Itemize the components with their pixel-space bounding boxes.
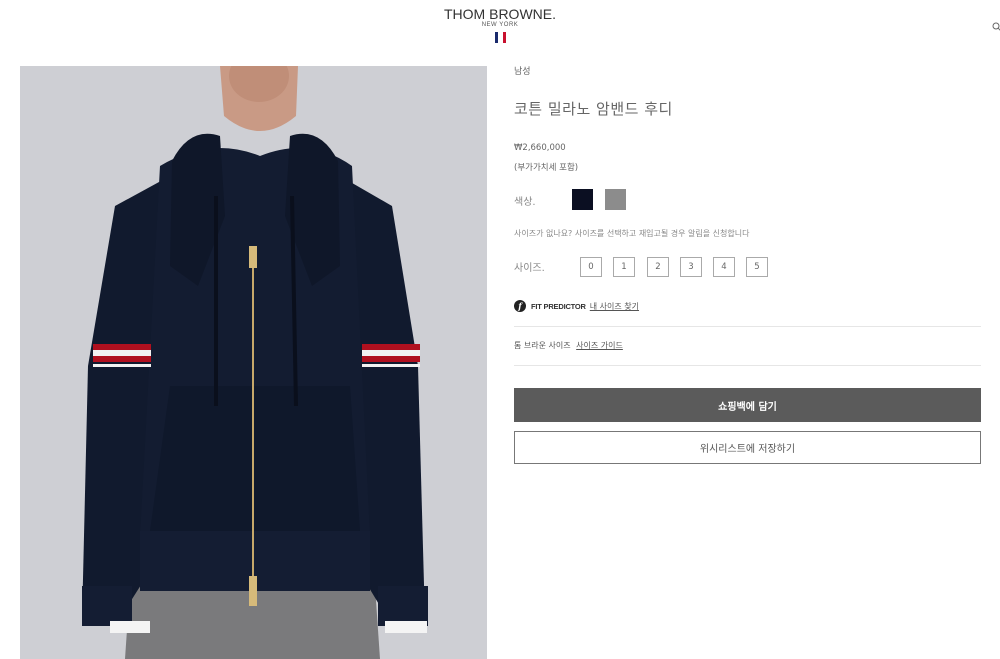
flag-stripe [502, 32, 506, 43]
size-option-1[interactable]: 1 [613, 257, 635, 277]
search-icon[interactable] [992, 22, 1000, 32]
size-option-2[interactable]: 2 [647, 257, 669, 277]
product-image[interactable] [20, 66, 487, 659]
size-option-3[interactable]: 3 [680, 257, 702, 277]
save-to-wishlist-button[interactable]: 위시리스트에 저장하기 [514, 431, 981, 464]
product-price: ₩2,660,000 [514, 143, 566, 153]
flag-stripe [498, 32, 502, 43]
hoodie-model-illustration [20, 66, 487, 659]
fit-predictor-icon: f [514, 300, 526, 312]
brand-name: THOM BROWNE. [444, 6, 556, 22]
size-guide-row: 톰 브라운 사이즈 사이즈 가이드 [514, 340, 623, 351]
product-title: 코튼 밀라노 암밴드 후디 [514, 100, 673, 118]
flag-stripe [494, 32, 498, 43]
color-swatch-navy[interactable] [572, 189, 593, 210]
size-label: 사이즈. [514, 263, 545, 274]
size-guide-link[interactable]: 사이즈 가이드 [576, 341, 623, 350]
divider [514, 326, 981, 327]
divider [514, 365, 981, 366]
size-option-5[interactable]: 5 [746, 257, 768, 277]
vat-note: (부가가치세 포함) [514, 163, 579, 173]
brand-location: NEW YORK [481, 22, 519, 28]
size-option-0[interactable]: 0 [580, 257, 602, 277]
brand-logo[interactable]: THOM BROWNE. NEW YORK [440, 6, 560, 43]
size-option-4[interactable]: 4 [713, 257, 735, 277]
color-label: 색상. [514, 197, 536, 208]
tricolor-flag-icon [440, 32, 560, 43]
fit-predictor-brand: FIT PREDICTOR [531, 301, 586, 311]
add-to-bag-button[interactable]: 쇼핑백에 담기 [514, 388, 981, 422]
size-guide-prefix: 톰 브라운 사이즈 [514, 341, 571, 350]
fit-predictor-row: f FIT PREDICTOR 내 사이즈 찾기 [514, 300, 639, 312]
find-my-size-link[interactable]: 내 사이즈 찾기 [590, 301, 639, 312]
product-category: 남성 [514, 67, 531, 77]
site-header: THOM BROWNE. NEW YORK [0, 0, 1000, 60]
color-swatch-grey[interactable] [605, 189, 626, 210]
size-restock-notice: 사이즈가 없나요? 사이즈를 선택하고 재입고될 경우 알림을 신청합니다 [514, 229, 750, 238]
